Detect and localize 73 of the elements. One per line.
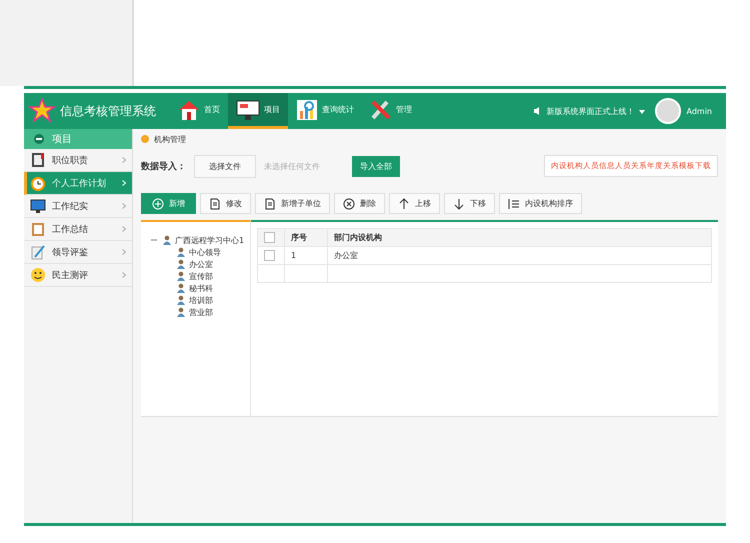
nav-tab[interactable]: 首页 <box>170 93 228 129</box>
people-icon <box>176 247 186 257</box>
nav-tab[interactable]: 查询统计 <box>288 93 362 129</box>
people-icon <box>162 235 172 245</box>
collapse-icon <box>34 134 44 144</box>
chevron-icon <box>122 249 126 255</box>
bullet-icon <box>141 135 149 143</box>
toolbar-button[interactable]: 修改 <box>200 193 251 214</box>
people-icon <box>176 295 186 305</box>
table-cell: 办公室 <box>328 246 712 264</box>
people-icon <box>176 307 186 317</box>
import-label: 数据导入： <box>141 160 186 172</box>
chevron-icon <box>122 226 126 232</box>
document-icon <box>209 198 221 210</box>
tree-node[interactable]: 营业部 <box>189 306 213 318</box>
up-arrow-icon <box>398 198 410 210</box>
chevron-icon <box>122 157 126 163</box>
alarm-clock-icon <box>30 175 46 191</box>
chevron-icon <box>122 272 126 278</box>
house-icon <box>178 98 200 120</box>
sidebar-item[interactable]: 民主测评 <box>24 264 132 287</box>
toolbar-button[interactable]: 内设机构排序 <box>499 193 582 214</box>
app-title: 信息考核管理系统 <box>60 102 156 120</box>
tree-node[interactable]: 办公室 <box>189 258 213 270</box>
checkbox[interactable] <box>264 232 275 243</box>
book-icon <box>30 152 46 168</box>
checkbox[interactable] <box>264 250 275 261</box>
sidebar-item[interactable]: 领导评鉴 <box>24 241 132 264</box>
pencil-icon <box>30 244 46 260</box>
toolbar-button[interactable]: 删除 <box>334 193 385 214</box>
star-logo-icon <box>28 98 56 124</box>
sidebar-heading: 项目 <box>52 133 72 146</box>
sidebar-item[interactable]: 工作纪实 <box>24 195 132 218</box>
tree-node[interactable]: 广西远程学习中心1 <box>175 234 244 246</box>
tree-node[interactable]: 培训部 <box>189 294 213 306</box>
file-status: 未选择任何文件 <box>264 160 321 172</box>
sidebar-item[interactable]: 个人工作计划 <box>24 172 132 195</box>
people-icon <box>176 283 186 293</box>
tree-node[interactable]: 秘书科 <box>189 282 213 294</box>
smiley-icon <box>30 267 46 283</box>
toolbar-button[interactable]: 新增子单位 <box>255 193 330 214</box>
chart-icon <box>296 98 318 120</box>
choose-file-button[interactable]: 选择文件 <box>194 154 256 178</box>
tree-node[interactable]: 宣传部 <box>189 270 213 282</box>
chevron-icon <box>122 203 126 209</box>
down-arrow-icon <box>453 198 465 210</box>
column-header: 部门内设机构 <box>328 228 712 246</box>
toolbar-button[interactable]: 上移 <box>389 193 440 214</box>
breadcrumb: 机构管理 <box>154 134 186 144</box>
user-name[interactable]: Admin <box>686 106 712 116</box>
notice-text[interactable]: 新版系统界面正式上线！ <box>546 106 634 116</box>
collapse-toggle-icon[interactable] <box>151 237 157 243</box>
nav-tab[interactable]: 管理 <box>362 93 420 129</box>
nav-tab[interactable]: 项目 <box>228 93 288 129</box>
clipboard-icon <box>30 221 46 237</box>
sidebar-item[interactable]: 工作总结 <box>24 218 132 241</box>
tree-node[interactable]: 中心领导 <box>189 246 221 258</box>
import-all-button[interactable]: 导入全部 <box>352 156 400 176</box>
plus-icon <box>152 198 164 210</box>
delete-icon <box>343 198 355 210</box>
column-header: 序号 <box>284 228 328 246</box>
table-cell: 1 <box>284 246 328 264</box>
toolbar-button[interactable]: 下移 <box>444 193 495 214</box>
people-icon <box>176 271 186 281</box>
document-icon <box>264 198 276 210</box>
people-icon <box>176 259 186 269</box>
chevron-icon <box>122 180 126 186</box>
tools-icon <box>370 98 392 120</box>
list-icon <box>508 198 520 210</box>
monitor-icon <box>30 198 46 214</box>
avatar[interactable] <box>654 98 680 124</box>
add-button[interactable]: 新增 <box>141 193 196 214</box>
monitor-icon <box>236 98 260 120</box>
